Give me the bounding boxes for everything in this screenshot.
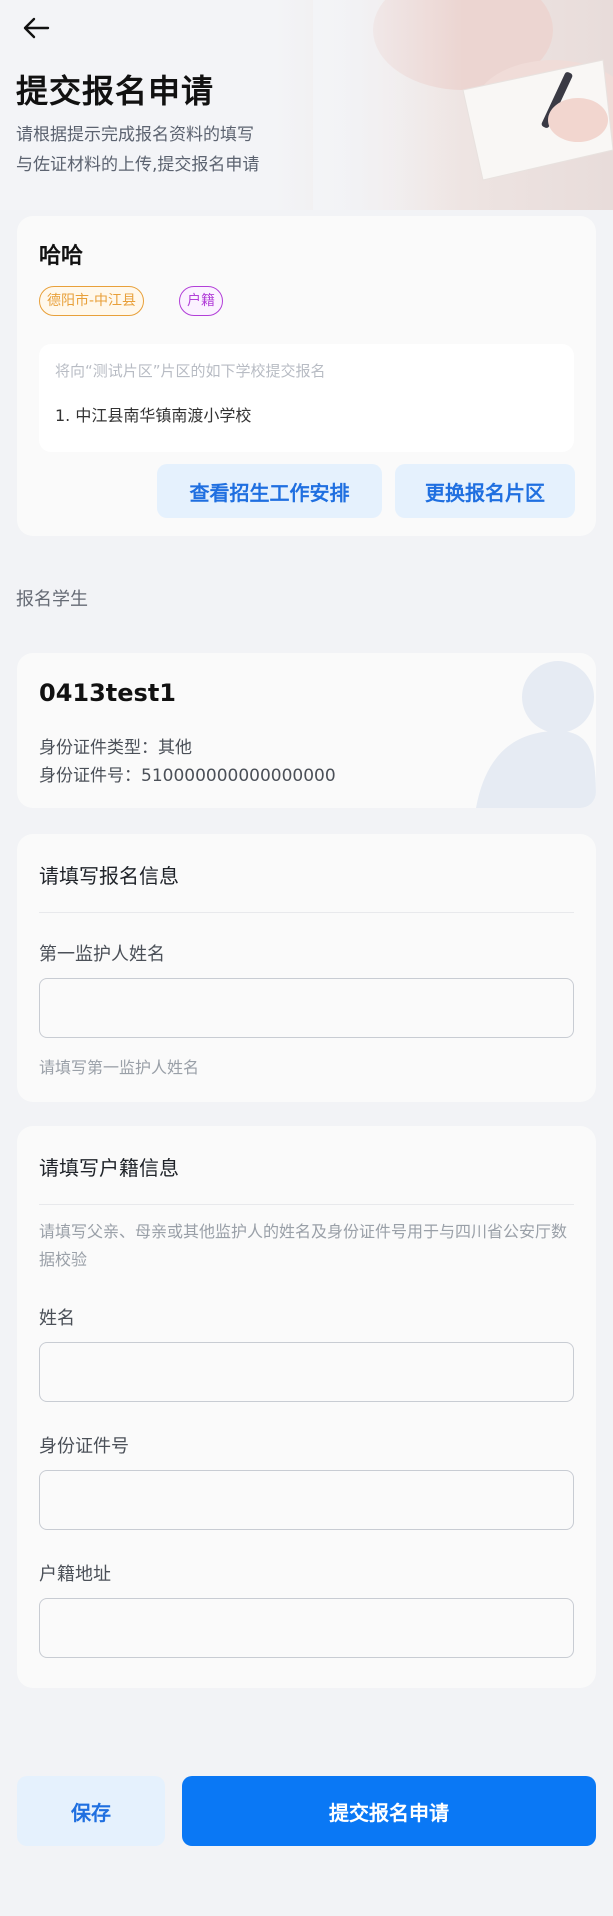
- school-list-hint: 将向“测试片区”片区的如下学校提交报名: [55, 362, 326, 380]
- view-schedule-button[interactable]: 查看招生工作安排: [157, 464, 382, 518]
- arrow-left-icon: [23, 17, 50, 39]
- school-list-item: 1. 中江县南华镇南渡小学校: [55, 406, 252, 425]
- guardian-name-label: 第一监护人姓名: [39, 944, 165, 965]
- save-button[interactable]: 保存: [17, 1776, 165, 1846]
- page-description: 请根据提示完成报名资料的填写 与佐证材料的上传,提交报名申请: [16, 120, 336, 180]
- signup-info-title: 请填写报名信息: [39, 864, 179, 888]
- hukou-info-description: 请填写父亲、母亲或其他监护人的姓名及身份证件号用于与四川省公安厅数据校验: [39, 1222, 568, 1269]
- change-district-button[interactable]: 更换报名片区: [395, 464, 575, 518]
- hukou-tag: 户籍: [179, 286, 223, 316]
- name-label: 姓名: [39, 1308, 75, 1329]
- school-card: 哈哈 德阳市-中江县 户籍 将向“测试片区”片区的如下学校提交报名 1. 中江县…: [17, 216, 596, 536]
- id-number-label: 身份证件号: [39, 1436, 129, 1457]
- student-section-label: 报名学生: [16, 589, 88, 610]
- back-button[interactable]: [18, 12, 54, 44]
- student-name: 0413test1: [39, 679, 177, 707]
- school-name: 哈哈: [39, 244, 84, 269]
- signup-info-card: 请填写报名信息 第一监护人姓名 请填写第一监护人姓名: [17, 834, 596, 1102]
- student-card: 0413test1 身份证件类型：其他 身份证件号：51000000000000…: [17, 653, 596, 808]
- page-description-line1: 请根据提示完成报名资料的填写: [16, 125, 254, 145]
- school-list-box: 将向“测试片区”片区的如下学校提交报名 1. 中江县南华镇南渡小学校: [39, 344, 574, 452]
- student-id-number: 身份证件号：510000000000000000: [39, 766, 336, 786]
- hukou-info-title: 请填写户籍信息: [39, 1156, 179, 1180]
- hukou-address-input[interactable]: [39, 1598, 574, 1658]
- page-description-line2: 与佐证材料的上传,提交报名申请: [16, 155, 260, 175]
- hero-illustration: [313, 0, 613, 210]
- hukou-address-label: 户籍地址: [39, 1564, 111, 1585]
- person-illustration-icon: [476, 661, 596, 808]
- page-title: 提交报名申请: [16, 72, 215, 110]
- hukou-info-card: 请填写户籍信息 请填写父亲、母亲或其他监护人的姓名及身份证件号用于与四川省公安厅…: [17, 1126, 596, 1688]
- divider: [39, 1204, 574, 1205]
- divider: [39, 912, 574, 913]
- id-number-input[interactable]: [39, 1470, 574, 1530]
- guardian-name-help: 请填写第一监护人姓名: [39, 1058, 200, 1077]
- name-input[interactable]: [39, 1342, 574, 1402]
- area-tag: 德阳市-中江县: [39, 286, 145, 316]
- submit-application-button[interactable]: 提交报名申请: [182, 1776, 596, 1846]
- student-id-type: 身份证件类型：其他: [39, 738, 192, 758]
- guardian-name-input[interactable]: [39, 978, 574, 1038]
